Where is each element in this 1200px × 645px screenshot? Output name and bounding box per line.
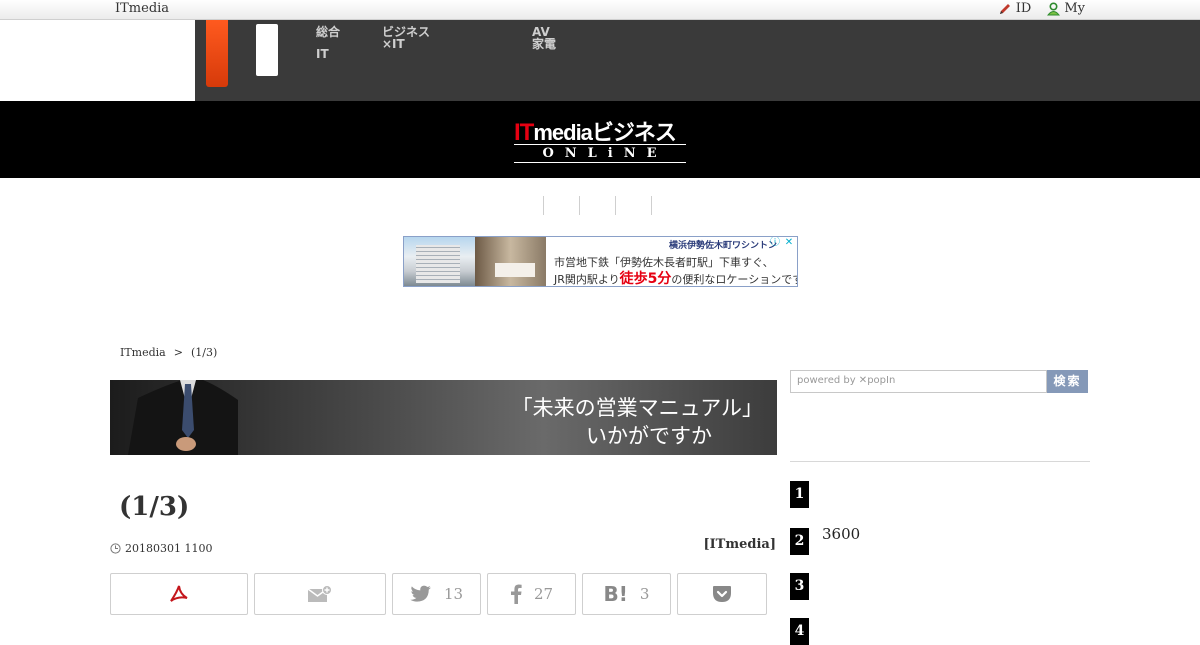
user-icon [1047,1,1061,15]
hotel-exterior-image [404,237,475,286]
search-input[interactable]: powered by ✕popIn [790,370,1047,393]
site-logo[interactable]: IT media ビジネス ONLiNE [514,115,686,163]
my-link[interactable]: My [1047,1,1085,16]
clock-icon [110,543,121,554]
sidebar-divider [790,461,1090,462]
nav-group-business[interactable]: ビジネス ×IT [382,26,430,50]
article-date-text: 20180301 1100 [125,542,213,555]
ad-controls: ⓘ ✕ [769,237,795,249]
article-date: 20180301 1100 [110,542,212,555]
global-nav: 総合 IT ビジネス ×IT AV 家電 [0,20,1200,101]
twitter-share-button[interactable]: 13 [392,573,481,615]
facebook-share-button[interactable]: 27 [487,573,576,615]
nav-group-general[interactable]: 総合 IT [316,26,340,60]
subnav-divider [579,196,580,215]
my-link-label: My [1064,1,1085,16]
logo-media: media [533,120,593,145]
pencil-icon [999,3,1010,14]
nav-group-sublabel: ×IT [382,37,405,51]
subnav-divider [543,196,544,215]
ranking-number: 3 [790,573,809,600]
search-button[interactable]: 検索 [1047,370,1088,393]
utility-links: ID My [998,1,1085,16]
facebook-icon [510,584,522,604]
mail-plus-icon [307,585,332,602]
pdf-icon [170,585,188,602]
promo-subline: いかがですか [586,424,712,448]
ad-highlight: 徒歩5分 [619,271,672,287]
ranking-number: 2 [790,528,809,555]
breadcrumb: ITmedia > (1/3) [120,346,217,359]
ranking-item[interactable]: 3600 [822,525,860,543]
nav-group-sublabel: IT [316,47,329,61]
ad-brand: 横浜伊勢佐木町ワシントン [669,241,778,251]
twitter-count: 13 [443,585,464,603]
utility-bar: ITmedia ID My [0,0,1200,20]
breadcrumb-home[interactable]: ITmedia [120,346,166,359]
facebook-count: 27 [533,585,554,603]
twitter-icon [410,585,431,602]
subnav-divider [651,196,652,215]
breadcrumb-current: (1/3) [190,346,218,359]
article-title: (1/3) [119,492,190,522]
logo-online: ONLiNE [514,144,686,163]
ranking-number: 4 [790,618,809,645]
id-link-label: ID [1015,1,1032,16]
logo-it: IT [514,119,534,146]
pocket-button[interactable] [677,573,767,615]
nav-group-label: 総合 [316,25,341,39]
breadcrumb-separator: > [173,346,183,359]
subnav-divider [615,196,616,215]
hotel-room-image [475,237,546,286]
search-placeholder: powered by ✕popIn [797,375,896,386]
hatena-bookmark-button[interactable]: B! 3 [582,573,671,615]
businessman-image [128,380,238,455]
id-link[interactable]: ID [998,1,1032,16]
logo-band: IT media ビジネス ONLiNE [0,101,1200,178]
nav-orange-tab[interactable] [206,20,228,87]
mail-button[interactable] [254,573,386,615]
hatena-icon: B! [603,582,628,606]
close-icon[interactable]: ✕ [783,237,795,249]
hatena-count: 3 [639,585,650,603]
info-icon[interactable]: ⓘ [769,237,781,249]
nav-blank-area [0,20,195,101]
pdf-button[interactable] [110,573,248,615]
nav-white-tab[interactable] [256,24,278,76]
ad-text-line2: JR関内駅より徒歩5分の便利なロケーションです。 [554,271,797,287]
ad-banner[interactable]: 横浜伊勢佐木町ワシントン ⓘ ✕ 市営地下鉄「伊勢佐木長者町駅」下車すぐ、 JR… [403,236,798,287]
logo-business: ビジネス [591,121,677,146]
nav-group-sublabel: 家電 [532,37,557,51]
ranking-number: 1 [790,481,809,508]
nav-group-av[interactable]: AV 家電 [532,26,556,50]
utility-brand-link[interactable]: ITmedia [115,1,169,16]
promo-headline: 「未来の営業マニュアル」 [511,396,763,420]
pocket-icon [713,586,731,602]
promo-banner[interactable]: 「未来の営業マニュアル」 いかがですか [110,380,777,455]
article-source: [ITmedia] [703,537,776,552]
